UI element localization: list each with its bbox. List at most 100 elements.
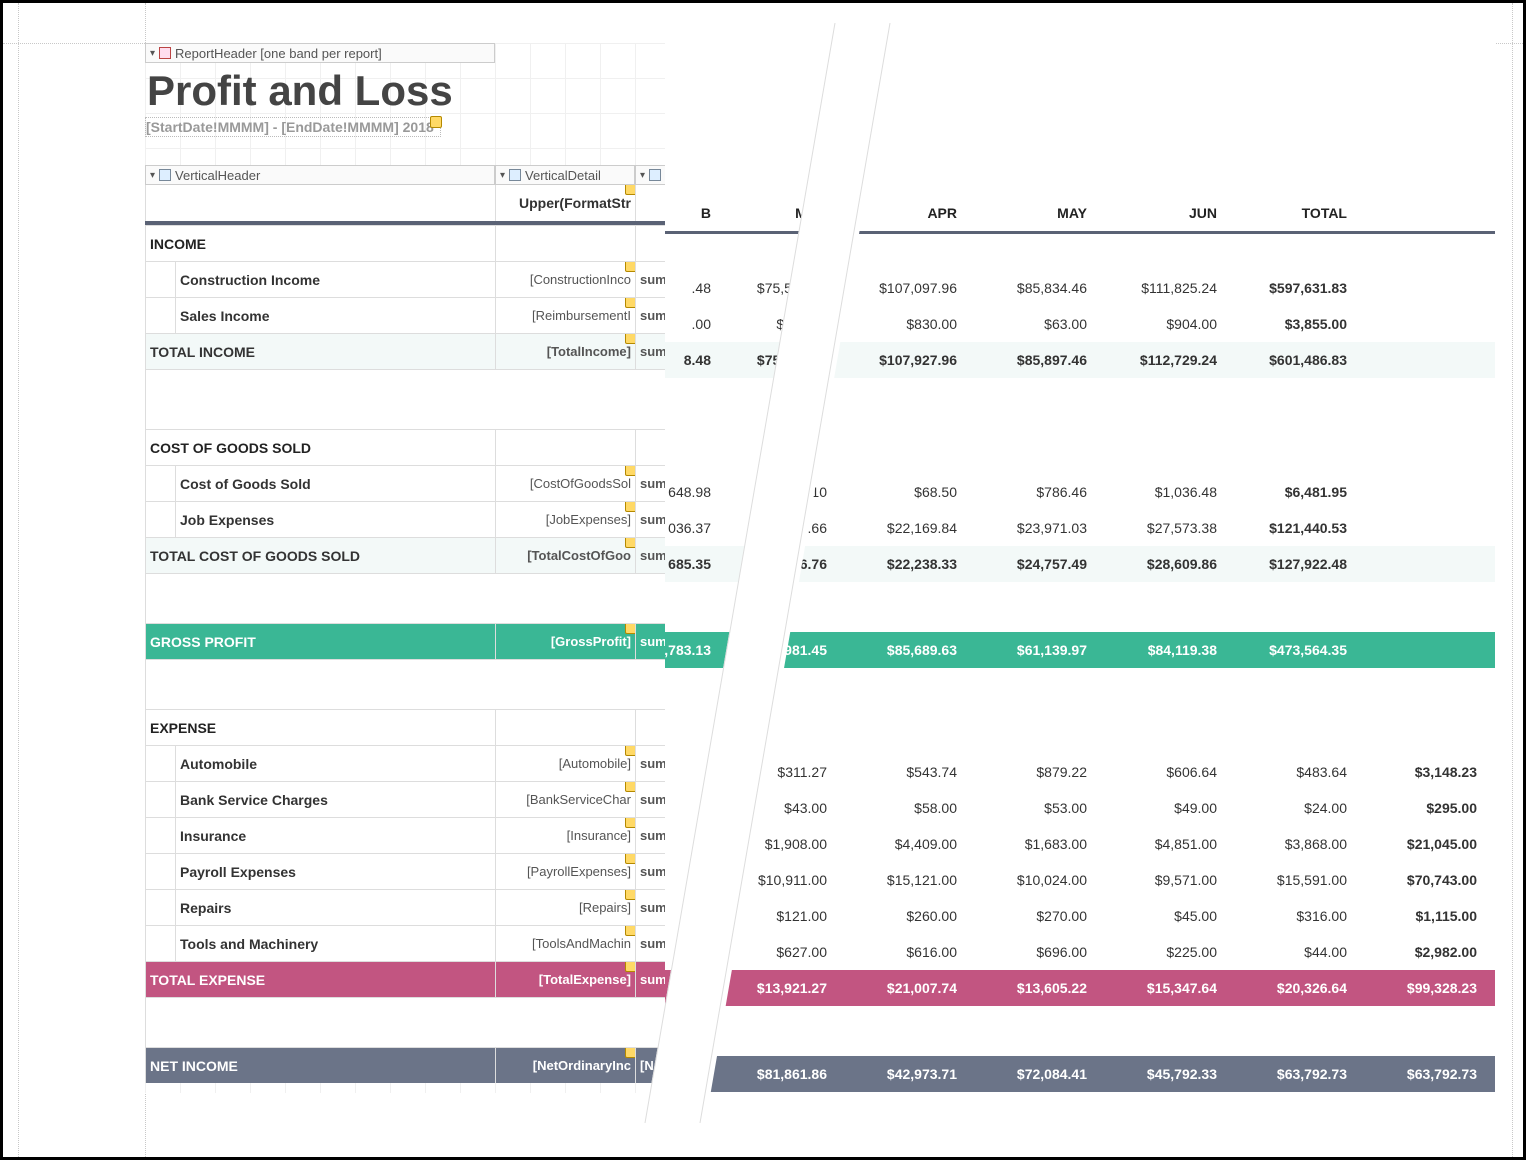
smart-tag-icon[interactable]	[625, 465, 635, 476]
total-expense-label[interactable]: TOTAL EXPENSE	[145, 961, 495, 997]
design-cell[interactable]	[495, 709, 635, 745]
line-field[interactable]: [JobExpenses]	[495, 501, 635, 537]
band-icon	[159, 169, 171, 181]
band-icon	[159, 47, 171, 59]
smart-tag-icon[interactable]	[625, 185, 635, 195]
preview-row: $10,911.00$15,121.00$10,024.00$9,571.00$…	[665, 862, 1495, 898]
collapse-icon[interactable]: ▾	[150, 48, 155, 59]
line-field[interactable]: [Repairs]	[495, 889, 635, 925]
line-field[interactable]: [BankServiceChar	[495, 781, 635, 817]
smart-tag-icon[interactable]	[625, 333, 635, 344]
line-field[interactable]: [ToolsAndMachin	[495, 925, 635, 961]
band-icon	[509, 169, 521, 181]
smart-tag-icon[interactable]	[625, 781, 635, 792]
total-expense-field[interactable]: [TotalExpense]	[495, 961, 635, 997]
line-label[interactable]: Insurance	[175, 817, 495, 853]
total-income-field[interactable]: [TotalIncome]	[495, 333, 635, 369]
report-designer-frame: ▾ ReportHeader [one band per report] Pro…	[0, 0, 1526, 1160]
preview-net-income: $81,861.86$42,973.71$72,084.41$45,792.33…	[665, 1056, 1495, 1092]
indent[interactable]	[145, 745, 175, 781]
smart-tag-icon[interactable]	[625, 261, 635, 272]
design-cell-month-formula[interactable]: Upper(FormatStr	[495, 185, 635, 221]
band-label-text: VerticalHeader	[175, 168, 260, 183]
collapse-icon[interactable]: ▾	[150, 170, 155, 181]
indent[interactable]	[145, 465, 175, 501]
line-field[interactable]: [Automobile]	[495, 745, 635, 781]
line-label[interactable]: Sales Income	[175, 297, 495, 333]
indent[interactable]	[145, 501, 175, 537]
preview-total-cogs: 685.35$11,756.76$22,238.33$24,757.49$28,…	[665, 546, 1495, 582]
smart-tag-icon[interactable]	[625, 961, 635, 972]
indent[interactable]	[145, 261, 175, 297]
preview-total-income: 8.48$75,738.21$107,927.96$85,897.46$112,…	[665, 342, 1495, 378]
line-label[interactable]: Payroll Expenses	[175, 853, 495, 889]
preview-row: $43.00$58.00$53.00$49.00$24.00$295.00	[665, 790, 1495, 826]
line-label[interactable]: Repairs	[175, 889, 495, 925]
net-income-label[interactable]: NET INCOME	[145, 1047, 495, 1083]
design-surface[interactable]: ▾ ReportHeader [one band per report] Pro…	[145, 43, 1495, 1093]
line-label[interactable]: Automobile	[175, 745, 495, 781]
preview-panel: BMARAPRMAYJUNTOTAL .48$75,542.21$107,097…	[665, 43, 1495, 1093]
report-subtitle[interactable]: [StartDate!MMMM] - [EndDate!MMMM] 2018	[145, 117, 441, 137]
indent[interactable]	[145, 853, 175, 889]
design-cell[interactable]	[495, 429, 635, 465]
line-field[interactable]: [ReimbursementI	[495, 297, 635, 333]
preview-total-expense: $13,921.27$21,007.74$13,605.22$15,347.64…	[665, 970, 1495, 1006]
smart-tag-icon[interactable]	[625, 537, 635, 548]
indent[interactable]	[145, 817, 175, 853]
total-income-label[interactable]: TOTAL INCOME	[145, 333, 495, 369]
smart-tag-icon[interactable]	[625, 817, 635, 828]
preview-row: 648.98$923.10$68.50$786.46$1,036.48$6,48…	[665, 474, 1495, 510]
smart-tag-icon[interactable]	[625, 623, 635, 634]
margin-guide-right	[1512, 3, 1513, 1157]
section-cogs[interactable]: COST OF GOODS SOLD	[145, 429, 495, 465]
indent[interactable]	[145, 297, 175, 333]
band-label-text: ReportHeader [one band per report]	[175, 46, 382, 61]
indent[interactable]	[145, 925, 175, 961]
preview-row: $1,908.00$4,409.00$1,683.00$4,851.00$3,8…	[665, 826, 1495, 862]
band-icon	[649, 169, 661, 181]
preview-col-headers: BMARAPRMAYJUNTOTAL	[665, 195, 1495, 231]
collapse-icon[interactable]: ▾	[500, 170, 505, 181]
smart-tag-icon[interactable]	[430, 116, 442, 128]
line-label[interactable]: Tools and Machinery	[175, 925, 495, 961]
line-field[interactable]: [ConstructionInco	[495, 261, 635, 297]
line-label[interactable]: Bank Service Charges	[175, 781, 495, 817]
design-cell[interactable]	[495, 225, 635, 261]
band-report-header[interactable]: ▾ ReportHeader [one band per report]	[145, 43, 495, 63]
indent[interactable]	[145, 781, 175, 817]
gross-profit-label[interactable]: GROSS PROFIT	[145, 623, 495, 659]
net-income-field[interactable]: [NetOrdinaryInc	[495, 1047, 635, 1083]
band-vertical-header[interactable]: ▾ VerticalHeader	[145, 165, 495, 185]
preview-row: .48$75,542.21$107,097.96$85,834.46$111,8…	[665, 270, 1495, 306]
line-label[interactable]: Cost of Goods Sold	[175, 465, 495, 501]
smart-tag-icon[interactable]	[625, 745, 635, 756]
smart-tag-icon[interactable]	[625, 501, 635, 512]
smart-tag-icon[interactable]	[625, 889, 635, 900]
total-cogs-field[interactable]: [TotalCostOfGoo	[495, 537, 635, 573]
line-label[interactable]: Job Expenses	[175, 501, 495, 537]
gross-profit-field[interactable]: [GrossProfit]	[495, 623, 635, 659]
design-cell-blank[interactable]	[145, 185, 495, 221]
preview-row: 036.37$10,833.66$22,169.84$23,971.03$27,…	[665, 510, 1495, 546]
smart-tag-icon[interactable]	[625, 853, 635, 864]
indent[interactable]	[145, 889, 175, 925]
collapse-icon[interactable]: ▾	[640, 170, 645, 181]
total-cogs-label[interactable]: TOTAL COST OF GOODS SOLD	[145, 537, 495, 573]
smart-tag-icon[interactable]	[625, 925, 635, 936]
preview-row: $627.00$616.00$696.00$225.00$44.00$2,982…	[665, 934, 1495, 970]
smart-tag-icon[interactable]	[625, 297, 635, 308]
band-label-text: VerticalDetail	[525, 168, 601, 183]
margin-guide-left-outer	[18, 3, 19, 1157]
line-field[interactable]: [CostOfGoodsSol	[495, 465, 635, 501]
band-vertical-detail[interactable]: ▾ VerticalDetail	[495, 165, 635, 185]
preview-row: $121.00$260.00$270.00$45.00$316.00$1,115…	[665, 898, 1495, 934]
line-label[interactable]: Construction Income	[175, 261, 495, 297]
section-income[interactable]: INCOME	[145, 225, 495, 261]
preview-row: $311.27$543.74$879.22$606.64$483.64$3,14…	[665, 754, 1495, 790]
line-field[interactable]: [Insurance]	[495, 817, 635, 853]
line-field[interactable]: [PayrollExpenses]	[495, 853, 635, 889]
section-expense[interactable]: EXPENSE	[145, 709, 495, 745]
smart-tag-icon[interactable]	[625, 1047, 635, 1058]
preview-row: .00$196.00$830.00$63.00$904.00$3,855.00	[665, 306, 1495, 342]
